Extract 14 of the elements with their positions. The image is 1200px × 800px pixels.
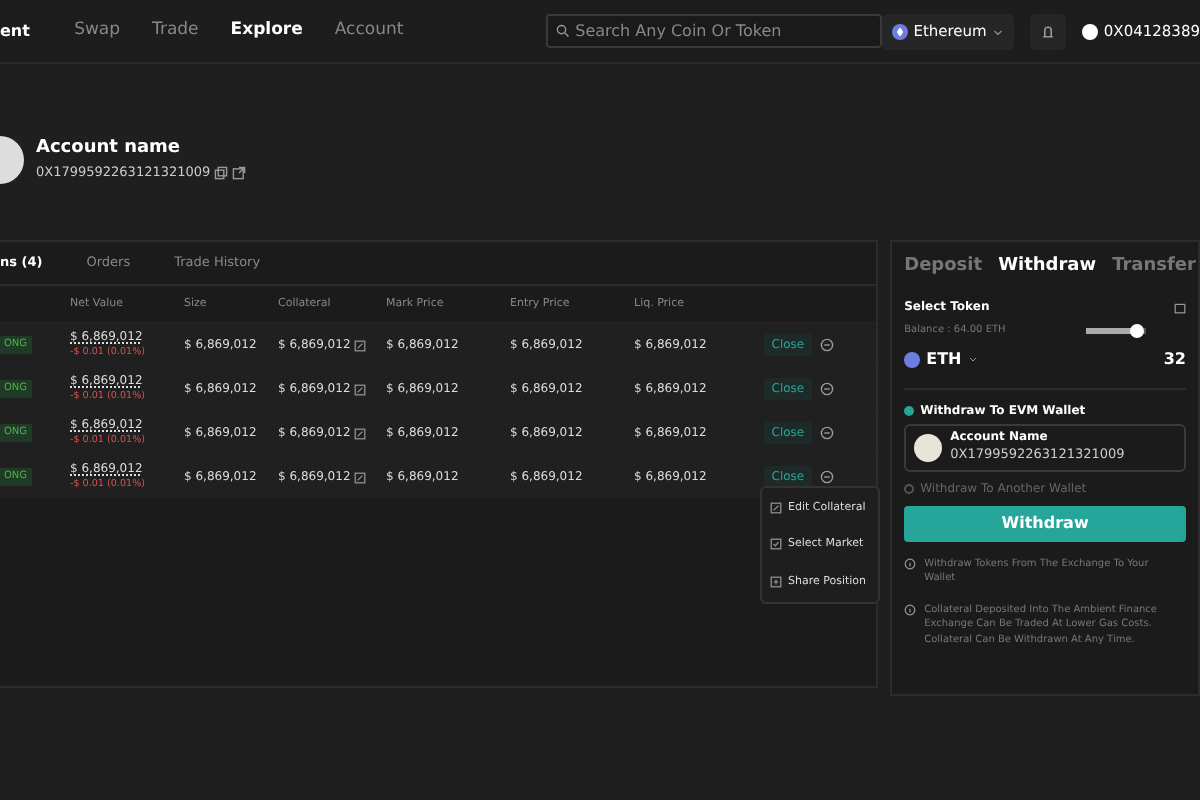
nav-link[interactable]: Trade [152, 18, 199, 44]
account-name: Account name [36, 136, 183, 163]
token-dropdown[interactable]: ETH [904, 347, 978, 371]
tab[interactable]: Deposit [904, 254, 983, 282]
nav-link[interactable]: Swap [74, 18, 121, 44]
tab[interactable]: Transfer [1112, 254, 1196, 282]
nav-link[interactable]: Account [334, 18, 404, 44]
nav-link[interactable]: Explore [230, 18, 303, 44]
tab[interactable]: Withdraw [998, 254, 1097, 282]
search-bar[interactable]: Search Any Coin Or Token [545, 14, 882, 48]
amount-value: 32 [1163, 347, 1186, 371]
withdraw-button[interactable]: Withdraw [904, 505, 1186, 541]
logo-text[interactable]: ent [0, 19, 75, 43]
search-field[interactable]: Search Any Coin Or Token [575, 19, 872, 43]
